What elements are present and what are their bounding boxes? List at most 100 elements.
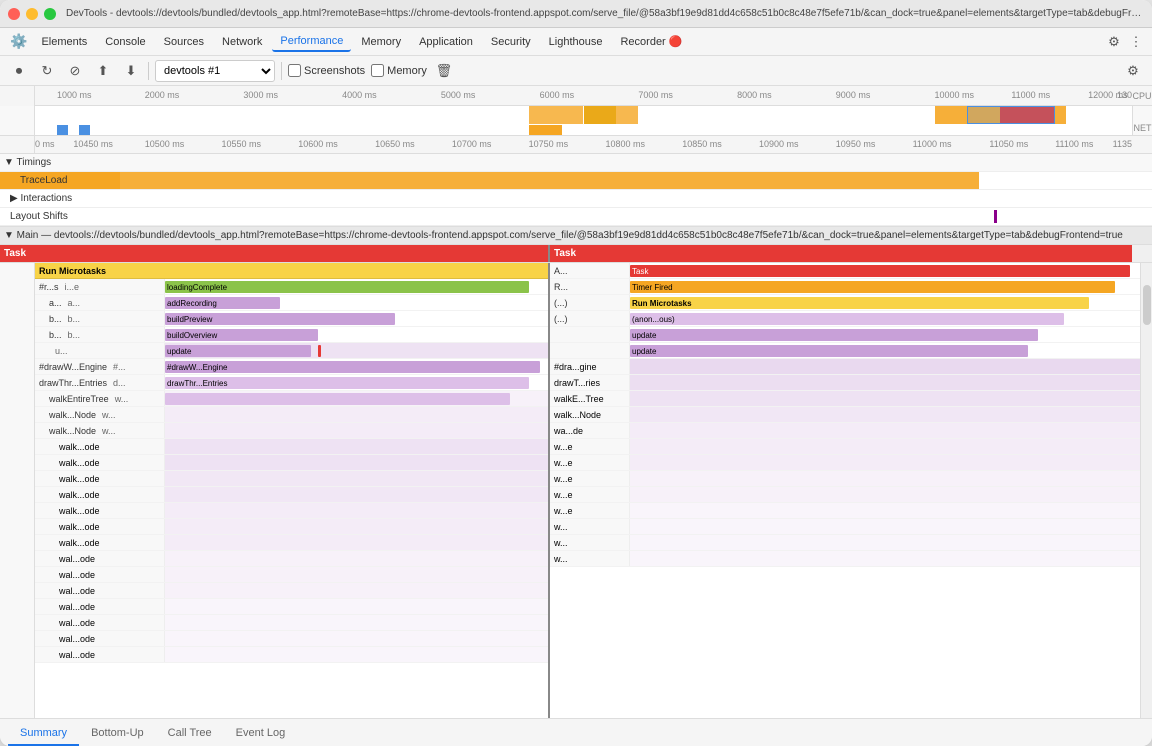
timings-header-row[interactable]: ▼ Timings	[0, 154, 1152, 172]
row4-bar: buildOverview	[165, 329, 318, 341]
timings-header-label[interactable]: ▼ Timings	[0, 157, 51, 168]
tick-11000: 11000 ms	[1011, 90, 1050, 100]
flame-row-9[interactable]: walk...Node w...	[35, 407, 548, 423]
row5-marker	[318, 345, 321, 357]
flame-row-3[interactable]: b... b... buildPreview	[35, 311, 548, 327]
btick-3: 10500 ms	[145, 139, 185, 149]
nav-item-memory[interactable]: Memory	[353, 33, 409, 51]
interactions-row[interactable]: ▶ Interactions	[0, 190, 1152, 208]
row6-label: #drawW...Engine	[39, 362, 107, 372]
clear-button[interactable]: ⊘	[64, 60, 86, 82]
flame-body: Run Microtasks #r...s i...e loadingCompl…	[0, 263, 1152, 718]
row2-bar: addRecording	[165, 297, 280, 309]
clear-recording-button[interactable]: 🗑	[433, 60, 455, 82]
row2-sublabel: a...	[68, 298, 81, 308]
nav-item-security[interactable]: Security	[483, 33, 539, 51]
tab-summary[interactable]: Summary	[8, 722, 79, 746]
more-icon[interactable]: ⋮	[1126, 32, 1146, 52]
upload-button[interactable]: ⬆	[92, 60, 114, 82]
walk-row-2[interactable]: walk...ode	[35, 455, 548, 471]
walk-row-9[interactable]: wal...ode	[35, 567, 548, 583]
flame-row-1[interactable]: #r...s i...e loadingComplete	[35, 279, 548, 295]
btick-1: 0 ms	[35, 139, 55, 149]
scrollbar[interactable]	[1140, 263, 1152, 718]
nav-item-devtools-icon[interactable]: ⚙️	[6, 33, 31, 50]
walk-row-12[interactable]: wal...ode	[35, 615, 548, 631]
window-title: DevTools - devtools://devtools/bundled/d…	[66, 8, 1144, 19]
interactions-label: ▶ Interactions	[0, 193, 120, 204]
row3-label: b...	[49, 314, 62, 324]
nav-item-elements[interactable]: Elements	[33, 33, 95, 51]
walk-row-6[interactable]: walk...ode	[35, 519, 548, 535]
nav-item-application[interactable]: Application	[411, 33, 481, 51]
run-microtasks-bar[interactable]: Run Microtasks	[35, 263, 548, 279]
maximize-button[interactable]	[44, 8, 56, 20]
walk-row-7[interactable]: walk...ode	[35, 535, 548, 551]
cpu-label: CPU	[1132, 86, 1152, 106]
title-bar: DevTools - devtools://devtools/bundled/d…	[0, 0, 1152, 28]
right-task-header: Task	[550, 245, 1132, 262]
close-button[interactable]	[8, 8, 20, 20]
nav-item-lighthouse[interactable]: Lighthouse	[541, 33, 611, 51]
memory-checkbox-label[interactable]: Memory	[371, 64, 427, 77]
toolbar-divider2	[281, 62, 282, 80]
tick-9000: 9000 ms	[836, 90, 871, 100]
walk-ode-rows: walk...ode walk...ode walk...ode	[35, 439, 548, 718]
screenshots-checkbox[interactable]	[288, 64, 301, 77]
flame-row-10[interactable]: walk...Node w...	[35, 423, 548, 439]
nav-item-console[interactable]: Console	[97, 33, 153, 51]
memory-checkbox[interactable]	[371, 64, 384, 77]
main-flame-area: ▼ Timings TraceLoad ▶ Interactions Layou…	[0, 154, 1152, 718]
nav-item-network[interactable]: Network	[214, 33, 270, 51]
top-ruler: 1000 ms 2000 ms 3000 ms 4000 ms 5000 ms …	[35, 86, 1132, 106]
walk-row-14[interactable]: wal...ode	[35, 647, 548, 663]
btick-9: 10800 ms	[605, 139, 645, 149]
nav-item-sources[interactable]: Sources	[156, 33, 212, 51]
profile-select[interactable]: devtools #1	[155, 60, 275, 82]
btick-13: 11000 ms	[913, 139, 952, 149]
right-bar-anon: (anon...ous)	[630, 313, 1064, 325]
tab-bottom-up[interactable]: Bottom-Up	[79, 722, 156, 746]
settings-icon[interactable]: ⚙	[1104, 32, 1124, 52]
row7-sublabel: d...	[113, 378, 126, 388]
tick-4000: 4000 ms	[342, 90, 377, 100]
scrollbar-thumb[interactable]	[1143, 285, 1151, 325]
flame-row-5[interactable]: u... update	[35, 343, 548, 359]
nav-item-recorder[interactable]: Recorder 🔴	[612, 32, 690, 51]
row6-sublabel: #...	[113, 362, 126, 372]
overview-bars[interactable]: NET	[0, 106, 1152, 136]
layout-shifts-row[interactable]: Layout Shifts	[0, 208, 1152, 226]
screenshots-checkbox-label[interactable]: Screenshots	[288, 64, 365, 77]
walk-row-11[interactable]: wal...ode	[35, 599, 548, 615]
tab-call-tree[interactable]: Call Tree	[156, 722, 224, 746]
walk-row-8[interactable]: wal...ode	[35, 551, 548, 567]
flame-row-8[interactable]: walkEntireTree w...	[35, 391, 548, 407]
left-task-label: Task	[0, 248, 26, 259]
right-task-label: Task	[550, 248, 576, 259]
flame-row-7[interactable]: drawThr...Entries d... drawThr...Entries	[35, 375, 548, 391]
right-flame-panel[interactable]: A... Task R... Timer Fired	[550, 263, 1140, 718]
walk-row-1[interactable]: walk...ode	[35, 439, 548, 455]
traceload-row[interactable]: TraceLoad	[0, 172, 1152, 190]
layout-shifts-bar	[120, 208, 1152, 225]
walk-row-3[interactable]: walk...ode	[35, 471, 548, 487]
toolbar-settings-button[interactable]: ⚙	[1122, 60, 1144, 82]
reload-button[interactable]: ↻	[36, 60, 58, 82]
minimize-button[interactable]	[26, 8, 38, 20]
record-button[interactable]: ⏺	[8, 60, 30, 82]
flame-headers: Task Task	[0, 245, 1152, 263]
flame-row-6[interactable]: #drawW...Engine #... #drawW...Engine	[35, 359, 548, 375]
walk-row-5[interactable]: walk...ode	[35, 503, 548, 519]
btick-2: 10450 ms	[73, 139, 113, 149]
walk-row-10[interactable]: wal...ode	[35, 583, 548, 599]
download-button[interactable]: ⬇	[120, 60, 142, 82]
row2-label: a...	[49, 298, 62, 308]
nav-item-performance[interactable]: Performance	[272, 32, 351, 52]
flame-row-4[interactable]: b... b... buildOverview	[35, 327, 548, 343]
tab-event-log[interactable]: Event Log	[224, 722, 298, 746]
walk-row-4[interactable]: walk...ode	[35, 487, 548, 503]
walk-row-13[interactable]: wal...ode	[35, 631, 548, 647]
row8-bar	[165, 393, 510, 405]
left-flame-panel[interactable]: Run Microtasks #r...s i...e loadingCompl…	[35, 263, 550, 718]
flame-row-2[interactable]: a... a... addRecording	[35, 295, 548, 311]
